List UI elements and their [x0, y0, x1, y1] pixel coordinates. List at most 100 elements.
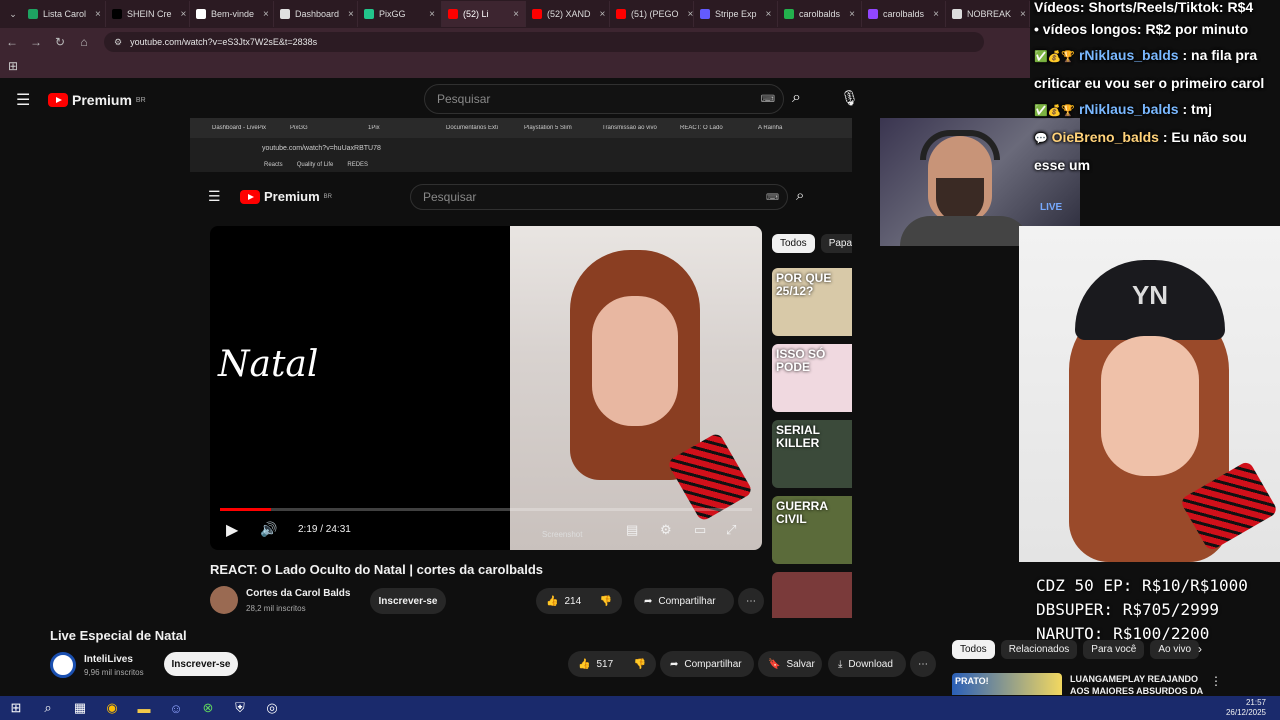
outer-like-button[interactable]: 👍 517 👎	[568, 651, 656, 677]
close-tab-icon[interactable]: ×	[1016, 9, 1026, 20]
share-icon: ➦	[644, 595, 653, 607]
browser-tab[interactable]: SHEIN Cre ×	[106, 1, 190, 27]
browser-tab[interactable]: (51) (PEGO ×	[610, 1, 694, 27]
inner-tab: Transmissão ao vivo	[602, 125, 657, 131]
play-icon: ▶	[226, 522, 239, 539]
filter-chip[interactable]: Todos	[952, 640, 995, 659]
forward-icon[interactable]: →	[24, 35, 48, 49]
pix-icon	[364, 9, 374, 19]
mic-icon[interactable]: 🎙	[840, 89, 859, 107]
outer-subscribe-button[interactable]: Inscrever-se	[164, 652, 238, 676]
outer-filter-chips: Todos Relacionados Para você Ao vivo	[952, 640, 1262, 659]
region-label: BR	[135, 96, 146, 104]
chat-text-2: : tmj	[1182, 101, 1213, 117]
close-tab-icon[interactable]: ×	[91, 9, 101, 20]
taskbar-clock[interactable]: 21:57 26/12/2025	[1226, 698, 1266, 718]
browser-tab[interactable]: PixGG ×	[358, 1, 442, 27]
close-tab-icon[interactable]: ×	[344, 9, 354, 20]
home-icon[interactable]: ⌂	[72, 35, 96, 49]
close-tab-icon[interactable]: ×	[509, 9, 519, 20]
filter-chip[interactable]: Para você	[1083, 640, 1145, 659]
back-icon[interactable]: ←	[0, 35, 24, 49]
thumbnail-text: ISSO SÓ PODE	[776, 347, 826, 374]
embedded-stream-capture: Dashboard - LivePix PixGG 1Pix Documentário…	[190, 118, 852, 618]
save-button[interactable]: 🔖 Salvar	[758, 651, 822, 677]
browser-tab-label: Stripe Exp	[715, 9, 757, 19]
filter-chip[interactable]: Relacionados	[1000, 640, 1078, 659]
menu-icon[interactable]: ☰	[16, 90, 30, 110]
task-view-icon[interactable]: ▦	[64, 700, 96, 716]
browser-tab[interactable]: NOBREAK ×	[946, 1, 1030, 27]
recommendation-thumbnail: GUERRA CIVIL54:47	[772, 496, 852, 564]
browser-tab-label: Bem-vinde	[211, 9, 255, 19]
filter-chip[interactable]: Ao vivo	[1150, 640, 1200, 659]
chat-message-3: 💬 OieBreno_balds : Eu não sou esse um	[1034, 124, 1276, 178]
chat-line-prices-2: • vídeos longos: R$2 por minuto	[1034, 21, 1249, 37]
close-tab-icon[interactable]: ×	[929, 9, 939, 20]
recommendation-item: ISSO SÓ PODE27:46REACT | FALA DE TUDO: O…	[772, 344, 852, 412]
shield-icon[interactable]: ⛨	[224, 700, 256, 716]
inner-channel-avatar	[210, 586, 238, 614]
close-tab-icon[interactable]: ×	[762, 9, 772, 20]
like-icon-outer[interactable]: 👍	[578, 659, 590, 670]
xbox-icon[interactable]: ⊗	[192, 700, 224, 716]
inner-tab: Playstation 5 Slim	[524, 125, 572, 131]
obs-icon[interactable]: ◎	[256, 700, 288, 716]
search-icon[interactable]: ⌕	[792, 89, 801, 107]
outer-channel-name[interactable]: InteliLives	[84, 654, 133, 665]
search-placeholder: Pesquisar	[437, 92, 491, 106]
reload-icon[interactable]: ↻	[48, 35, 72, 49]
recommendation-thumbnail: ISSO SÓ PODE27:46	[772, 344, 852, 412]
filter-chip: Papai Noel	[820, 234, 852, 253]
browser-tab[interactable]: Stripe Exp ×	[694, 1, 778, 27]
taskbar-search-icon[interactable]: ⌕	[32, 700, 64, 716]
close-tab-icon[interactable]: ×	[177, 9, 187, 20]
close-tab-icon[interactable]: ×	[425, 9, 435, 20]
browser-tab[interactable]: (52) XAND ×	[526, 1, 610, 27]
filter-chip: Todos	[772, 234, 815, 253]
notion-icon	[196, 9, 206, 19]
inner-video-title: REACT: O Lado Oculto do Natal | cortes d…	[210, 562, 544, 577]
windows-start-icon[interactable]: ⊞	[0, 700, 32, 716]
settings-icon: ⚙	[660, 522, 672, 537]
close-tab-icon[interactable]: ×	[684, 9, 693, 20]
outer-rec-menu-icon[interactable]: ⋮	[1210, 674, 1222, 688]
streamer-headset	[920, 130, 1000, 160]
browser-tab[interactable]: (52) Li ×	[442, 1, 526, 27]
outer-rec-item[interactable]: PRATO! LUANGAMEPLAY REAJANDO AOS MAIORES…	[952, 673, 1222, 695]
search-input[interactable]: Pesquisar ⌨	[424, 84, 784, 114]
file-explorer-icon[interactable]: ▬	[128, 701, 160, 716]
share-icon-outer: ➦	[670, 658, 679, 670]
inner-recommendations: POR QUE 25/12?17:02A confusa origem do N…	[772, 268, 852, 618]
browser-tab[interactable]: Dashboard ×	[274, 1, 358, 27]
close-tab-icon[interactable]: ×	[259, 9, 269, 20]
inner-bookmark: Reacts	[264, 162, 283, 168]
youtube-play-icon	[48, 93, 68, 107]
keyboard-icon[interactable]: ⌨	[761, 94, 775, 105]
screenshot-label: Screenshot	[542, 530, 583, 539]
browser-tab[interactable]: carolbalds ×	[778, 1, 862, 27]
chips-next-icon[interactable]: ›	[1198, 642, 1202, 656]
outer-channel-avatar[interactable]	[50, 652, 76, 678]
chrome-icon[interactable]: ◉	[96, 700, 128, 716]
brand-text: Premium	[72, 92, 132, 108]
close-tab-icon[interactable]: ×	[845, 9, 855, 20]
apps-icon[interactable]: ⊞	[8, 59, 18, 73]
tab-search-icon[interactable]: ⌄	[4, 9, 22, 20]
outer-more-button[interactable]: ⋯	[910, 651, 936, 677]
site-info-icon[interactable]: ⚙	[114, 37, 122, 48]
url-field[interactable]: ⚙ youtube.com/watch?v=eS3Jtx7W2sE&t=2838…	[104, 32, 984, 52]
close-tab-icon[interactable]: ×	[596, 9, 606, 20]
inner-more-button: ⋯	[738, 588, 764, 614]
download-button[interactable]: ⤓ Download	[828, 651, 906, 677]
youtube-logo[interactable]: Premium BR	[48, 92, 146, 108]
outer-share-button[interactable]: ➦ Compartilhar	[660, 651, 754, 677]
browser-tab[interactable]: Lista Carol ×	[22, 1, 106, 27]
dislike-icon-outer[interactable]: 👎	[634, 659, 646, 670]
inner-subscribe-button: Inscrever-se	[370, 588, 446, 614]
address-bar: ← → ↻ ⌂ ⚙ youtube.com/watch?v=eS3Jtx7W2s…	[0, 28, 1030, 56]
browser-tab[interactable]: Bem-vinde ×	[190, 1, 274, 27]
browser-tab[interactable]: carolbalds ×	[862, 1, 946, 27]
discord-icon[interactable]: ☺	[160, 701, 192, 716]
amazon-icon	[952, 9, 962, 19]
